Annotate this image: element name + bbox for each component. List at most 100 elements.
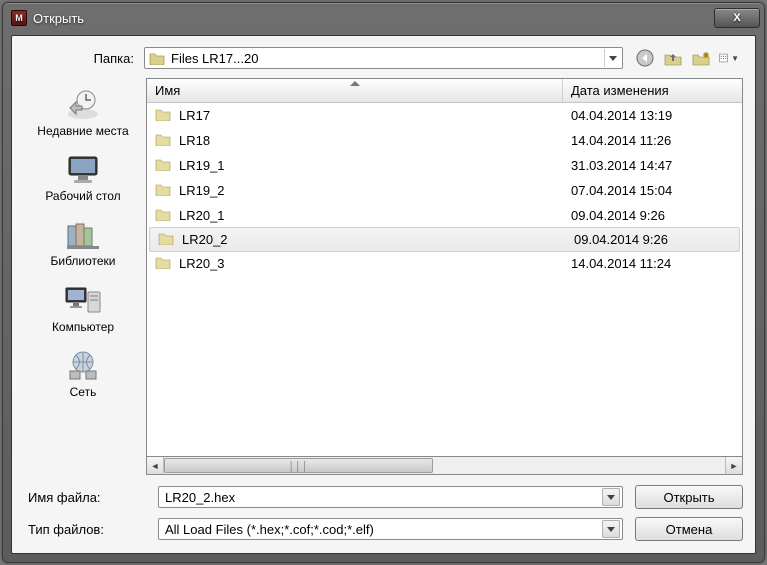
sidebar-item-desktop[interactable]: Рабочий стол [26,147,140,210]
folder-icon [155,255,171,272]
chevron-down-icon[interactable] [604,49,620,67]
network-icon [63,348,103,384]
places-sidebar: Недавние места Рабочий стол [24,78,142,475]
file-date: 09.04.2014 9:26 [574,232,668,247]
filename-value: LR20_2.hex [165,490,602,505]
file-date: 31.03.2014 14:47 [571,158,672,173]
cell-name: LR20_1 [147,207,563,224]
folder-combo[interactable]: Files LR17...20 [144,47,623,69]
table-row[interactable]: LR17 04.04.2014 13:19 [147,103,742,128]
views-menu-button[interactable]: ▼ [719,48,739,68]
filetype-combo[interactable]: All Load Files (*.hex;*.cof;*.cod;*.elf) [158,518,623,540]
folder-icon [155,182,171,199]
titlebar[interactable]: M Открыть X [3,3,764,33]
chevron-down-icon[interactable] [602,488,620,506]
chevron-down-icon: ▼ [731,54,739,63]
file-name: LR20_1 [179,208,225,223]
file-date: 09.04.2014 9:26 [571,208,665,223]
cell-date: 09.04.2014 9:26 [566,232,739,247]
file-listview[interactable]: Имя Дата изменения LR1704.04.2014 13:19L… [146,78,743,457]
file-name: LR20_2 [182,232,228,247]
table-row[interactable]: LR19_1 31.03.2014 14:47 [147,153,742,178]
file-date: 04.04.2014 13:19 [571,108,672,123]
cell-date: 07.04.2014 15:04 [563,183,742,198]
filename-label: Имя файла: [24,490,146,505]
dialog-body: Папка: Files LR17...20 [11,35,756,554]
window-title: Открыть [33,11,714,26]
column-header-label: Дата изменения [571,83,669,98]
folder-icon [155,107,171,124]
sidebar-item-label: Библиотеки [27,255,139,268]
app-icon: M [11,10,27,26]
file-date: 14.04.2014 11:26 [571,133,671,148]
back-button[interactable] [635,48,655,68]
filetype-row: Тип файлов: All Load Files (*.hex;*.cof;… [24,517,743,541]
folder-icon [155,132,171,149]
file-name: LR19_1 [179,158,225,173]
up-one-level-button[interactable] [663,48,683,68]
file-list-area: Имя Дата изменения LR1704.04.2014 13:19L… [146,78,743,475]
folder-icon [155,157,171,174]
folder-icon [149,51,165,65]
cell-date: 09.04.2014 9:26 [563,208,742,223]
sidebar-item-label: Компьютер [27,321,139,334]
file-name: LR20_3 [179,256,225,271]
cell-name: LR18 [147,132,563,149]
column-header-name[interactable]: Имя [147,79,563,102]
table-row[interactable]: LR20_3 14.04.2014 11:24 [147,251,742,276]
filename-row: Имя файла: LR20_2.hex Открыть [24,485,743,509]
cell-name: LR20_3 [147,255,563,272]
folder-combo-text: Files LR17...20 [171,51,604,66]
horizontal-scrollbar[interactable]: ◄ │││ ► [146,457,743,475]
cell-name: LR19_2 [147,182,563,199]
toolbar-icons: ▼ [635,48,739,68]
table-row[interactable]: LR20_1 09.04.2014 9:26 [147,203,742,228]
cell-date: 31.03.2014 14:47 [563,158,742,173]
scroll-right-arrow[interactable]: ► [725,457,742,474]
scroll-left-arrow[interactable]: ◄ [147,457,164,474]
column-header-label: Имя [155,83,180,98]
table-row[interactable]: LR20_2 09.04.2014 9:26 [149,227,740,252]
sort-ascending-icon [350,81,360,86]
column-header-date[interactable]: Дата изменения [563,79,742,102]
sidebar-item-label: Недавние места [27,125,139,138]
file-date: 14.04.2014 11:24 [571,256,671,271]
recent-places-icon [63,87,103,123]
computer-icon [63,283,103,319]
filetype-value: All Load Files (*.hex;*.cof;*.cod;*.elf) [165,522,602,537]
close-button[interactable]: X [714,8,760,28]
open-button[interactable]: Открыть [635,485,743,509]
filetype-label: Тип файлов: [24,522,146,537]
sidebar-item-recent[interactable]: Недавние места [26,82,140,145]
file-name: LR18 [179,133,210,148]
file-rows: LR17 04.04.2014 13:19 LR18 14.04.2014 11:26… [147,103,742,276]
file-name: LR17 [179,108,210,123]
sidebar-item-label: Рабочий стол [27,190,139,203]
sidebar-item-label: Сеть [27,386,139,399]
folder-label: Папка: [24,51,144,66]
desktop-icon [63,152,103,188]
cell-date: 04.04.2014 13:19 [563,108,742,123]
folder-icon [158,231,174,248]
file-name: LR19_2 [179,183,225,198]
sidebar-item-network[interactable]: Сеть [26,343,140,406]
new-folder-button[interactable] [691,48,711,68]
cancel-button[interactable]: Отмена [635,517,743,541]
cell-name: LR20_2 [150,231,566,248]
chevron-down-icon[interactable] [602,520,620,538]
cell-date: 14.04.2014 11:24 [563,256,742,271]
cell-date: 14.04.2014 11:26 [563,133,742,148]
sidebar-item-computer[interactable]: Компьютер [26,278,140,341]
bottom-controls: Имя файла: LR20_2.hex Открыть Тип файлов… [24,485,743,541]
file-date: 07.04.2014 15:04 [571,183,672,198]
sidebar-item-libraries[interactable]: Библиотеки [26,212,140,275]
table-row[interactable]: LR19_2 07.04.2014 15:04 [147,178,742,203]
open-file-dialog: M Открыть X Папка: Files LR17...20 [2,2,765,563]
scroll-thumb[interactable]: │││ [164,458,433,473]
cell-name: LR19_1 [147,157,563,174]
table-row[interactable]: LR18 14.04.2014 11:26 [147,128,742,153]
folder-row: Папка: Files LR17...20 [24,46,743,70]
filename-combo[interactable]: LR20_2.hex [158,486,623,508]
scroll-track[interactable]: │││ [164,457,725,474]
cell-name: LR17 [147,107,563,124]
